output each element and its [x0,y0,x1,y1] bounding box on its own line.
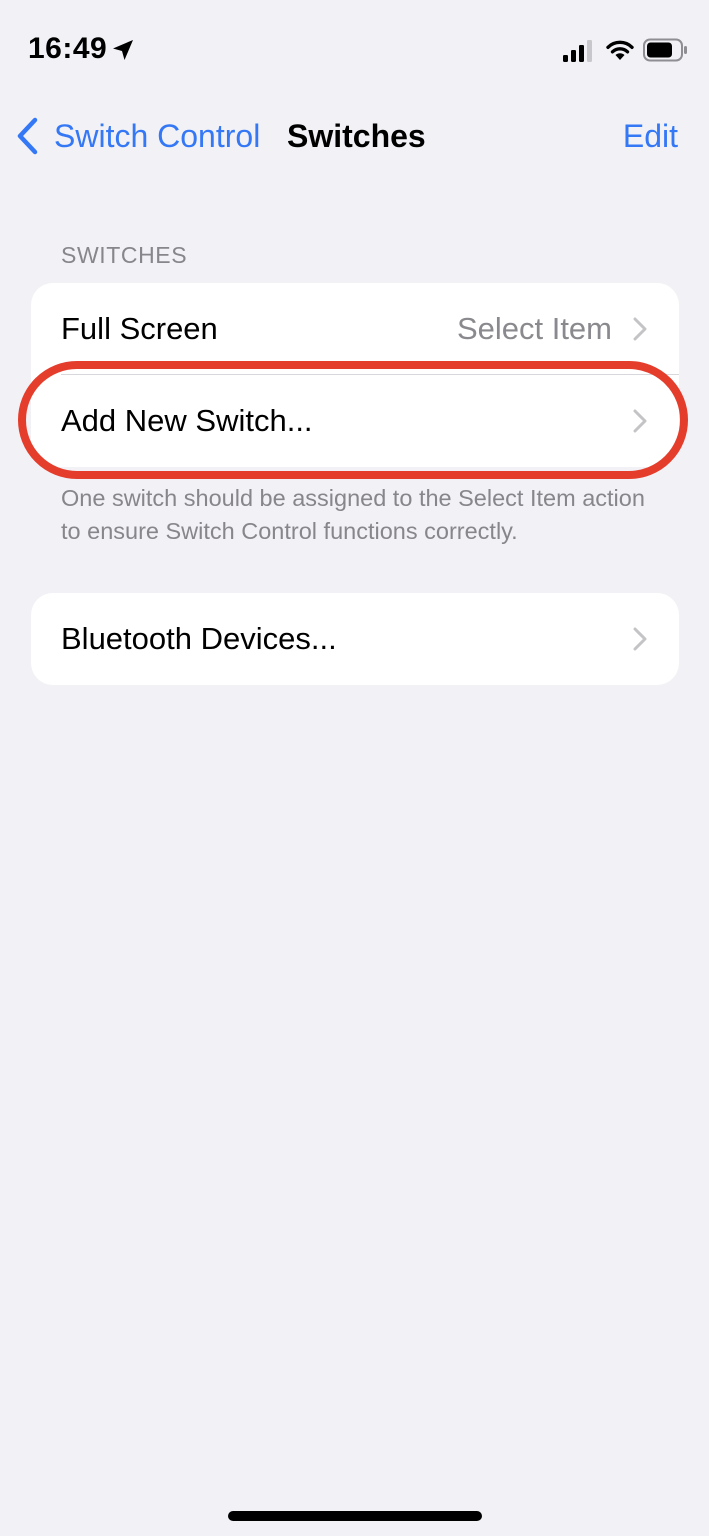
section-footer-note: One switch should be assigned to the Sel… [61,485,645,544]
chevron-left-icon [17,117,38,155]
status-time: 16:49 [28,32,108,65]
location-arrow-icon [113,40,133,60]
back-button-label: Switch Control [54,117,261,154]
add-new-switch-row[interactable]: Add New Switch... [31,375,679,467]
edit-button[interactable]: Edit [623,118,678,155]
bluetooth-devices-row[interactable]: Bluetooth Devices... [31,593,679,685]
row-label: Bluetooth Devices... [61,621,337,656]
navigation-bar: Switch Control Switches Edit [0,100,709,172]
row-label: Full Screen [61,311,218,346]
page-title: Switches [287,118,426,154]
back-button[interactable]: Switch Control [14,114,260,158]
chevron-right-icon [633,409,647,433]
battery-icon [643,38,687,62]
chevron-right-icon [633,317,647,341]
bluetooth-group: Bluetooth Devices... [31,593,679,685]
row-value: Select Item [456,311,612,346]
home-indicator[interactable] [228,1511,482,1521]
section-header: SWITCHES [61,242,188,268]
switches-group: Full Screen Select Item Add New Switch..… [31,283,679,467]
status-bar: 16:49 [0,0,709,100]
row-label: Add New Switch... [61,403,313,438]
cellular-signal-icon [563,40,592,62]
full-screen-row[interactable]: Full Screen Select Item [31,283,679,375]
wifi-icon [606,40,634,60]
chevron-right-icon [633,627,647,651]
